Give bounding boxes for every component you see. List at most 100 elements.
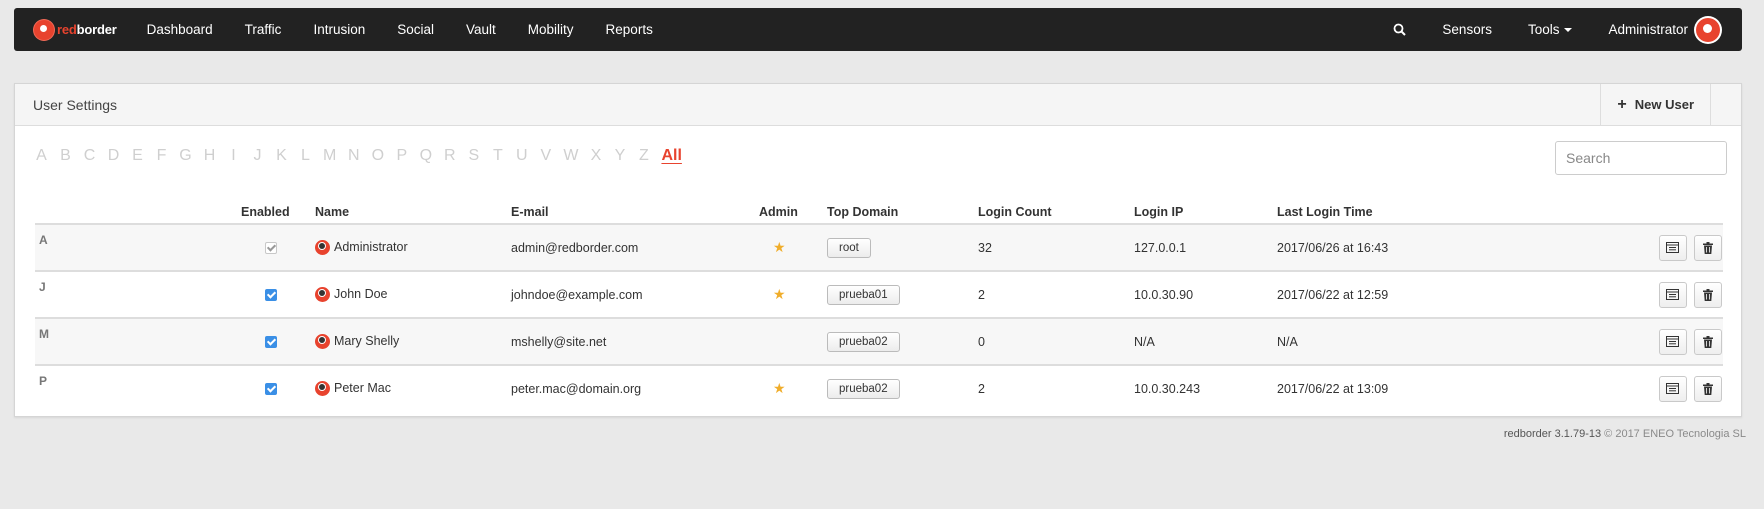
panel-header: User Settings + New User <box>15 84 1741 126</box>
table-row: P Peter Mac peter.mac@domain.org ★ prueb… <box>35 365 1723 411</box>
trash-icon <box>1703 335 1713 348</box>
filter-letter-y[interactable]: Y <box>613 147 626 165</box>
enabled-checkbox[interactable] <box>265 383 277 396</box>
new-user-label: New User <box>1634 97 1694 112</box>
caret-down-icon <box>1564 28 1573 33</box>
footer-copyright: © 2017 ENEO Tecnologia SL <box>1604 428 1746 440</box>
login-count: 2 <box>978 381 985 396</box>
delete-button[interactable] <box>1694 234 1722 261</box>
last-login: 2017/06/22 at 13:09 <box>1277 381 1389 396</box>
nav-dashboard[interactable]: Dashboard <box>131 22 229 37</box>
new-user-button[interactable]: + New User <box>1600 84 1711 125</box>
user-settings-panel: User Settings + New User A B C D E F G H… <box>14 83 1742 417</box>
user-avatar-icon <box>315 334 330 350</box>
filter-letter-p[interactable]: P <box>395 147 408 165</box>
filter-letter-t[interactable]: T <box>491 147 504 165</box>
user-email: johndoe@example.com <box>510 271 758 319</box>
nav-vault[interactable]: Vault <box>450 22 512 37</box>
alphabet-filter: A B C D E F G H I J K L M N O P Q R S T … <box>35 147 693 165</box>
filter-letter-h[interactable]: H <box>203 147 216 165</box>
delete-button[interactable] <box>1694 375 1722 402</box>
filter-letter-a[interactable]: A <box>35 147 48 165</box>
last-login: 2017/06/26 at 16:43 <box>1276 224 1559 272</box>
table-header-row: Enabled Name E-mail Admin Top Domain Log… <box>35 194 1723 225</box>
filter-letter-r[interactable]: R <box>443 147 456 165</box>
search-icon[interactable] <box>1375 23 1424 36</box>
filter-letter-u[interactable]: U <box>515 147 528 165</box>
filter-letter-j[interactable]: J <box>251 147 264 165</box>
brand-text-white: border <box>76 22 117 37</box>
filter-letter-c[interactable]: C <box>83 147 96 165</box>
user-avatar-icon[interactable] <box>1696 17 1720 42</box>
delete-button[interactable] <box>1694 281 1722 308</box>
table-row: A Administrator admin@redborder.com ★ ro… <box>35 224 1723 272</box>
filter-letter-b[interactable]: B <box>59 147 72 165</box>
trash-icon <box>1703 241 1713 254</box>
nav-user-menu[interactable]: Administrator <box>1590 22 1688 37</box>
filter-letter-m[interactable]: M <box>323 147 336 165</box>
filter-all[interactable]: All <box>661 147 681 165</box>
delete-button[interactable] <box>1694 328 1722 355</box>
domain-button[interactable]: root <box>827 237 871 258</box>
table-row: M Mary Shelly mshelly@site.net prueba02 … <box>35 318 1723 366</box>
filter-letter-g[interactable]: G <box>179 147 192 165</box>
domain-button[interactable]: prueba02 <box>827 378 900 399</box>
col-email[interactable]: E-mail <box>510 194 758 225</box>
nav-social[interactable]: Social <box>381 22 450 37</box>
redborder-logo-icon <box>34 19 54 40</box>
user-name: Administrator <box>334 239 408 254</box>
brand-logo[interactable]: redborder <box>34 19 117 40</box>
login-count: 32 <box>977 224 1133 272</box>
filter-letter-f[interactable]: F <box>155 147 168 165</box>
filter-letter-l[interactable]: L <box>299 147 312 165</box>
nav-sensors[interactable]: Sensors <box>1424 22 1510 37</box>
search-input[interactable] <box>1555 141 1727 175</box>
nav-reports[interactable]: Reports <box>590 22 669 37</box>
nav-intrusion[interactable]: Intrusion <box>297 22 381 37</box>
edit-button[interactable] <box>1658 281 1687 308</box>
filter-letter-s[interactable]: S <box>467 147 480 165</box>
nav-traffic[interactable]: Traffic <box>229 22 298 37</box>
filter-letter-d[interactable]: D <box>107 147 120 165</box>
enabled-checkbox[interactable] <box>265 289 277 302</box>
enabled-checkbox[interactable] <box>265 336 277 349</box>
nav-tools-dropdown[interactable]: Tools <box>1510 22 1591 37</box>
filter-letter-k[interactable]: K <box>275 147 288 165</box>
col-admin[interactable]: Admin <box>758 194 826 225</box>
filter-letter-q[interactable]: Q <box>419 147 432 165</box>
col-enabled[interactable]: Enabled <box>240 194 314 225</box>
filter-letter-i[interactable]: I <box>227 147 240 165</box>
filter-letter-w[interactable]: W <box>563 147 578 165</box>
col-login-ip[interactable]: Login IP <box>1133 194 1276 225</box>
filter-letter-z[interactable]: Z <box>637 147 650 165</box>
trash-icon <box>1703 288 1713 301</box>
navbar-right: Sensors Tools Administrator <box>1375 17 1742 42</box>
domain-button[interactable]: prueba02 <box>827 331 900 352</box>
col-login-count[interactable]: Login Count <box>977 194 1133 225</box>
last-login: 2017/06/22 at 12:59 <box>1276 271 1559 319</box>
user-avatar-icon <box>315 240 330 256</box>
col-top-domain[interactable]: Top Domain <box>826 194 977 225</box>
filter-letter-e[interactable]: E <box>131 147 144 165</box>
footer-version: redborder 3.1.79-13 <box>1503 428 1602 440</box>
filter-letter-x[interactable]: X <box>589 147 602 165</box>
user-name: Mary Shelly <box>334 333 400 348</box>
col-actions <box>1559 194 1723 225</box>
nav-mobility[interactable]: Mobility <box>512 22 590 37</box>
edit-icon <box>1666 289 1680 300</box>
admin-star-icon: ★ <box>773 239 786 255</box>
domain-button[interactable]: prueba01 <box>827 284 900 305</box>
login-ip: N/A <box>1133 318 1276 366</box>
edit-button[interactable] <box>1658 234 1687 261</box>
user-email: admin@redborder.com <box>510 224 758 272</box>
login-count: 0 <box>977 318 1133 366</box>
col-name[interactable]: Name <box>314 194 510 225</box>
filter-letter-n[interactable]: N <box>347 147 360 165</box>
col-last-login[interactable]: Last Login Time <box>1276 194 1559 225</box>
user-avatar-icon <box>315 381 330 397</box>
filter-letter-v[interactable]: V <box>539 147 552 165</box>
row-group-letter: J <box>35 271 240 319</box>
edit-button[interactable] <box>1658 328 1687 355</box>
edit-button[interactable] <box>1658 375 1687 402</box>
filter-letter-o[interactable]: O <box>371 147 384 165</box>
